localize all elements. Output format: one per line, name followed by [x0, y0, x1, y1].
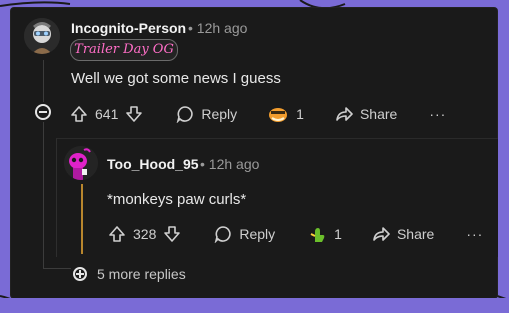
user-flair: Trailer Day OG — [70, 39, 178, 61]
downvote-icon[interactable] — [125, 105, 143, 123]
comment-bubble-icon — [177, 106, 194, 123]
award-count: 1 — [334, 226, 342, 242]
comment-text: Well we got some news I guess — [71, 70, 281, 87]
upvote-count: 328 — [133, 226, 157, 242]
reply-label: Reply — [201, 106, 238, 122]
upvote-icon[interactable] — [108, 225, 126, 243]
upvote-count: 641 — [95, 106, 119, 122]
comment-actions: 641 Reply 1 Share ··· — [70, 104, 446, 124]
reply-timestamp: • 12h ago — [200, 156, 260, 172]
downvote-icon[interactable] — [163, 225, 181, 243]
share-label: Share — [359, 106, 398, 122]
reply-actions: 328 Reply 1 Share ··· — [108, 224, 483, 244]
background-edge — [0, 298, 509, 313]
reply-author[interactable]: Too_Hood_95 — [107, 156, 199, 172]
upvote-icon[interactable] — [70, 105, 88, 123]
thread-line — [81, 184, 83, 254]
collapse-thread-button[interactable] — [35, 104, 51, 120]
award-icon — [310, 228, 325, 242]
more-options-button[interactable]: ··· — [429, 106, 446, 122]
share-icon — [336, 107, 353, 121]
share-icon — [373, 227, 390, 241]
thread-line — [43, 60, 44, 102]
comment-author[interactable]: Incognito-Person — [71, 20, 186, 36]
award-button[interactable]: 1 — [307, 224, 342, 244]
avatar[interactable] — [24, 18, 60, 54]
plus-circle-icon — [73, 267, 87, 281]
vote-group: 328 — [108, 225, 181, 243]
thread-branch — [43, 268, 71, 269]
user-avatar-icon — [64, 146, 98, 180]
award-button[interactable]: 1 — [267, 104, 304, 124]
reply-button[interactable]: Reply — [176, 105, 237, 123]
award-icon — [269, 108, 288, 122]
thread-line — [43, 122, 44, 268]
award-count: 1 — [296, 106, 304, 122]
comment-timestamp: • 12h ago — [188, 20, 248, 36]
share-label: Share — [396, 226, 435, 242]
comment-bubble-icon — [215, 226, 232, 243]
share-button[interactable]: Share — [335, 105, 397, 123]
more-replies-label: 5 more replies — [97, 266, 186, 282]
user-avatar-icon — [24, 18, 60, 54]
minus-icon — [39, 111, 47, 113]
reply-label: Reply — [239, 226, 276, 242]
vote-group: 641 — [70, 105, 143, 123]
reply-button[interactable]: Reply — [214, 225, 275, 243]
avatar[interactable] — [64, 146, 98, 180]
more-replies-button[interactable]: 5 more replies — [73, 266, 186, 282]
reply-text: *monkeys paw curls* — [107, 191, 247, 208]
share-button[interactable]: Share — [372, 225, 434, 243]
more-options-button[interactable]: ··· — [466, 226, 483, 242]
